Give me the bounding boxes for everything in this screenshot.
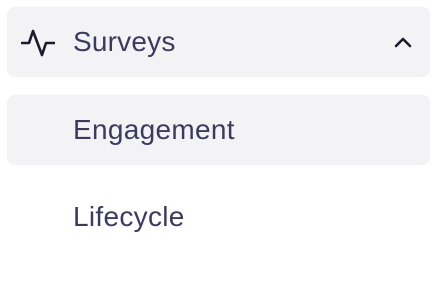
surveys-group-header[interactable]: Surveys — [7, 7, 430, 77]
chevron-up-icon[interactable] — [392, 31, 414, 53]
sidebar-nav: Surveys Engagement Lifecycle — [0, 0, 438, 286]
nav-item-label: Lifecycle — [73, 201, 185, 232]
nav-item-lifecycle[interactable]: Lifecycle — [7, 182, 430, 252]
activity-pulse-icon — [21, 25, 55, 59]
nav-item-label: Engagement — [73, 114, 235, 145]
nav-item-engagement[interactable]: Engagement — [7, 95, 430, 165]
surveys-group-label: Surveys — [73, 26, 176, 57]
